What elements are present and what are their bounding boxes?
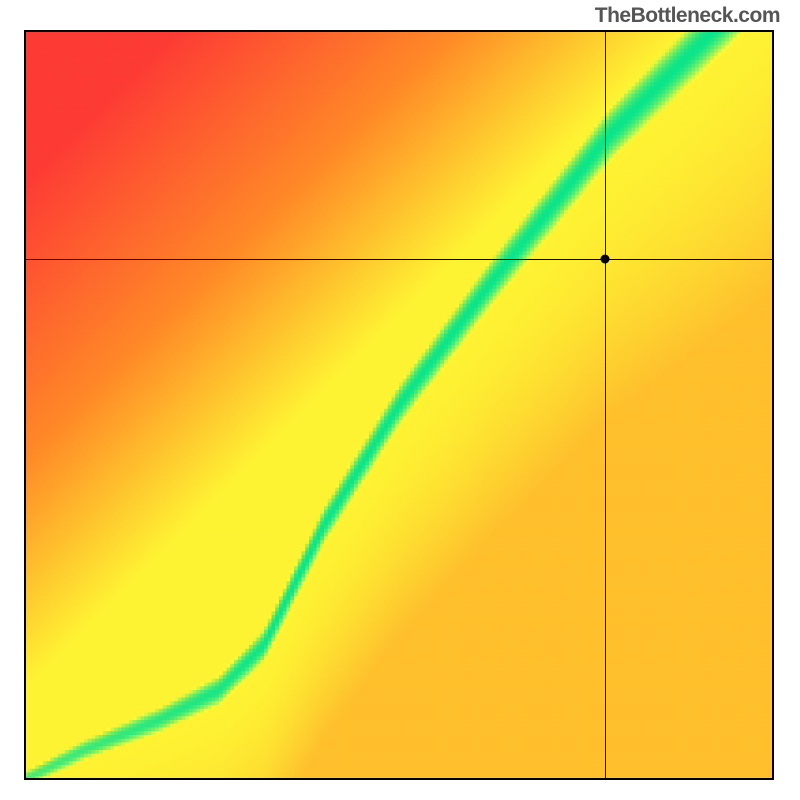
- crosshair-horizontal: [24, 259, 774, 260]
- watermark-text: TheBottleneck.com: [595, 4, 780, 28]
- marker-dot: [601, 254, 610, 263]
- heatmap-canvas: [24, 30, 774, 780]
- heatmap-plot: [24, 30, 774, 780]
- crosshair-vertical: [605, 30, 606, 780]
